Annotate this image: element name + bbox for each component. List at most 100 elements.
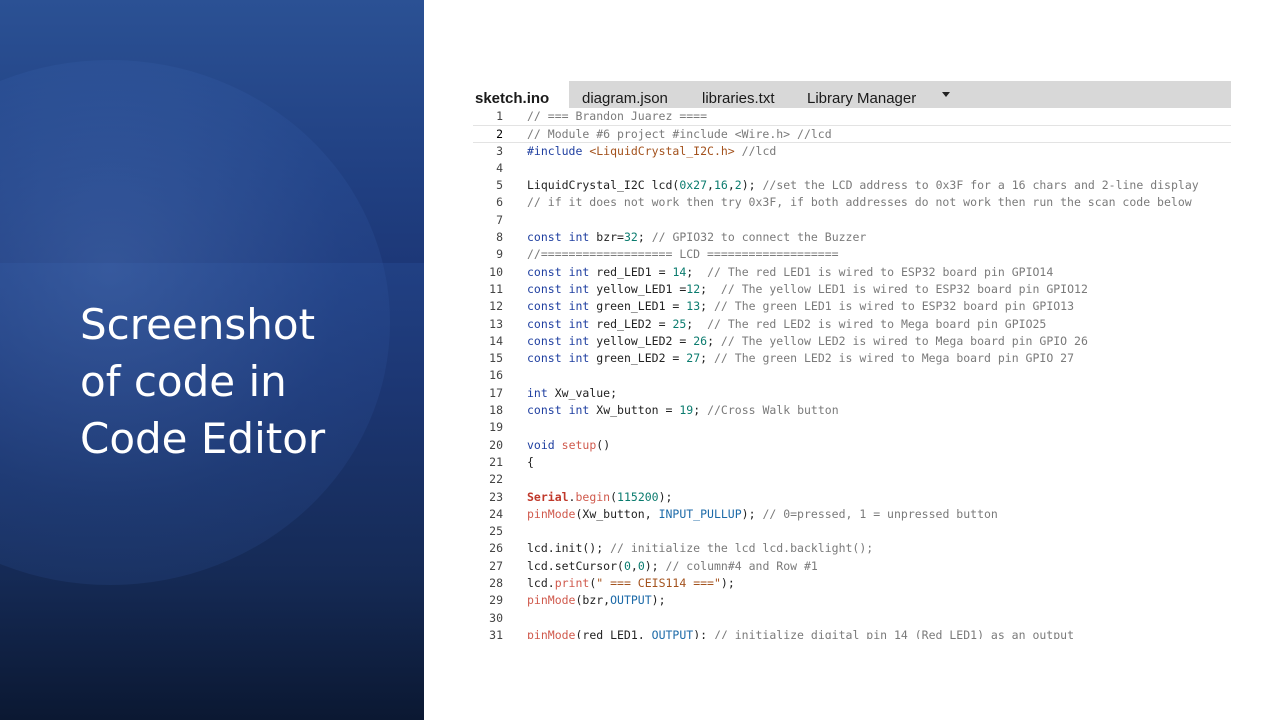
line-text: #include <LiquidCrystal_I2C.h> //lcd [527, 143, 777, 158]
line-number: 7 [496, 212, 503, 227]
line-text: void setup() [527, 437, 611, 452]
code-line[interactable]: 3 #include <LiquidCrystal_I2C.h> //lcd [473, 143, 1231, 160]
tab-libraries-txt[interactable]: libraries.txt [702, 81, 775, 108]
line-number: 4 [496, 160, 503, 175]
code-line[interactable]: 29 pinMode(bzr,OUTPUT); [473, 592, 1231, 609]
line-number: 8 [496, 230, 503, 245]
slide-left-panel: Screenshot of code in Code Editor [0, 0, 424, 720]
line-text: { [527, 454, 534, 469]
code-line[interactable]: 13 const int red_LED2 = 25; // The red LE… [473, 316, 1231, 333]
line-number: 20 [489, 437, 503, 452]
line-number: 19 [489, 420, 503, 435]
code-line[interactable]: 27 lcd.setCursor(0,0); // column#4 and Ro… [473, 558, 1231, 575]
code-line[interactable]: 24 pinMode(Xw_button, INPUT_PULLUP); // 0… [473, 506, 1231, 523]
code-line[interactable]: 19 [473, 419, 1231, 436]
line-text: // === Brandon Juarez ==== [527, 109, 708, 123]
tab-label: Library Manager [807, 90, 917, 107]
code-line[interactable]: 31 pinMode(red_LED1, OUTPUT); // initiali… [473, 627, 1231, 639]
code-line[interactable]: 26 lcd.init(); // initialize the lcd lcd.… [473, 540, 1231, 557]
line-text: const int green_LED1 = 13; // The green … [527, 299, 1075, 314]
line-number: 21 [489, 454, 503, 469]
line-text: const int red_LED2 = 25; // The red LED2… [527, 316, 1047, 331]
code-line[interactable]: 4 [473, 160, 1231, 177]
line-text: // Module #6 project #include <Wire.h> /… [527, 127, 832, 142]
code-line[interactable]: 6 // if it does not work then try 0x3F, i… [473, 194, 1231, 211]
line-text: const int yellow_LED1 =12; // The yellow… [527, 281, 1088, 296]
code-line[interactable]: 22 [473, 471, 1231, 488]
line-number: 28 [489, 576, 503, 591]
line-number: 24 [489, 506, 503, 521]
line-number: 15 [489, 351, 503, 366]
line-text: const int red_LED1 = 14; // The red LED1… [527, 264, 1054, 279]
code-line[interactable]: 30 [473, 610, 1231, 627]
caret-down-icon[interactable] [942, 92, 950, 97]
line-text: int Xw_value; [527, 385, 618, 400]
code-line[interactable]: 8 const int bzr=32; // GPIO32 to connect … [473, 229, 1231, 246]
line-text: // if it does not work then try 0x3F, if… [527, 195, 1192, 210]
slide-title: Screenshot of code in Code Editor [80, 300, 326, 463]
line-number: 14 [489, 333, 503, 348]
code-line[interactable]: 14 const int yellow_LED2 = 26; // The yel… [473, 333, 1231, 350]
tab-label: libraries.txt [702, 90, 775, 107]
line-number: 26 [489, 541, 503, 556]
code-area[interactable]: 1 // === Brandon Juarez ==== 2 // Module #6… [473, 108, 1231, 639]
code-line[interactable]: 16 [473, 367, 1231, 384]
line-text: const int green_LED2 = 27; // The green … [527, 351, 1075, 366]
tab-label: diagram.json [582, 90, 668, 107]
line-text: lcd.setCursor(0,0); // column#4 and Row … [527, 558, 818, 573]
line-number: 22 [489, 472, 503, 487]
code-line[interactable]: 1 // === Brandon Juarez ==== [473, 108, 1231, 125]
code-line[interactable]: 2 // Module #6 project #include <Wire.h> … [473, 125, 1231, 143]
line-number: 1 [496, 109, 503, 123]
line-text: const int Xw_button = 19; //Cross Walk b… [527, 403, 839, 418]
code-editor: sketch.ino diagram.json libraries.txt Li… [473, 81, 1231, 639]
code-line[interactable]: 25 [473, 523, 1231, 540]
tab-diagram-json[interactable]: diagram.json [582, 81, 668, 108]
code-line[interactable]: 10 const int red_LED1 = 14; // The red LE… [473, 264, 1231, 281]
code-line[interactable]: 15 const int green_LED2 = 27; // The gree… [473, 350, 1231, 367]
line-number: 25 [489, 524, 503, 539]
line-number: 12 [489, 299, 503, 314]
tab-sketch-ino[interactable]: sketch.ino [473, 81, 569, 108]
line-number: 31 [489, 627, 503, 639]
line-text: pinMode(bzr,OUTPUT); [527, 593, 666, 608]
code-line[interactable]: 9 //=================== LCD =============… [473, 246, 1231, 263]
code-line[interactable]: 18 const int Xw_button = 19; //Cross Walk… [473, 402, 1231, 419]
tab-label: sketch.ino [475, 90, 550, 107]
line-number: 27 [489, 558, 503, 573]
line-text: pinMode(Xw_button, INPUT_PULLUP); // 0=p… [527, 506, 998, 521]
line-number: 11 [489, 281, 503, 296]
line-number: 5 [496, 178, 503, 193]
line-number: 3 [496, 143, 503, 158]
line-number: 17 [489, 385, 503, 400]
line-number: 9 [496, 247, 503, 262]
code-line[interactable]: 21 { [473, 454, 1231, 471]
code-line[interactable]: 12 const int green_LED1 = 13; // The gree… [473, 298, 1231, 315]
line-number: 13 [489, 316, 503, 331]
line-number: 10 [489, 264, 503, 279]
editor-tab-bar: sketch.ino diagram.json libraries.txt Li… [473, 81, 1231, 108]
code-line[interactable]: 5 LiquidCrystal_I2C lcd(0x27,16,2); //set… [473, 177, 1231, 194]
line-text: lcd.init(); // initialize the lcd lcd.ba… [527, 541, 874, 556]
code-line[interactable]: 28 lcd.print(" === CEIS114 ==="); [473, 575, 1231, 592]
line-number: 16 [489, 368, 503, 383]
line-number: 6 [496, 195, 503, 210]
line-text: const int yellow_LED2 = 26; // The yello… [527, 333, 1088, 348]
line-number: 2 [496, 127, 503, 142]
tab-library-manager[interactable]: Library Manager [807, 81, 916, 108]
line-text: lcd.print(" === CEIS114 ==="); [527, 576, 735, 591]
line-text: //=================== LCD ==============… [527, 247, 839, 262]
line-text: Serial.begin(115200); [527, 489, 673, 504]
line-number: 30 [489, 610, 503, 625]
line-number: 23 [489, 489, 503, 504]
line-number: 18 [489, 403, 503, 418]
code-line[interactable]: 11 const int yellow_LED1 =12; // The yell… [473, 281, 1231, 298]
line-text: const int bzr=32; // GPIO32 to connect t… [527, 230, 867, 245]
code-line[interactable]: 17 int Xw_value; [473, 385, 1231, 402]
line-text: LiquidCrystal_I2C lcd(0x27,16,2); //set … [527, 178, 1199, 193]
code-line[interactable]: 20 void setup() [473, 437, 1231, 454]
line-text: pinMode(red_LED1, OUTPUT); // initialize… [527, 627, 1074, 639]
code-line[interactable]: 7 [473, 212, 1231, 229]
code-line[interactable]: 23 Serial.begin(115200); [473, 489, 1231, 506]
line-number: 29 [489, 593, 503, 608]
